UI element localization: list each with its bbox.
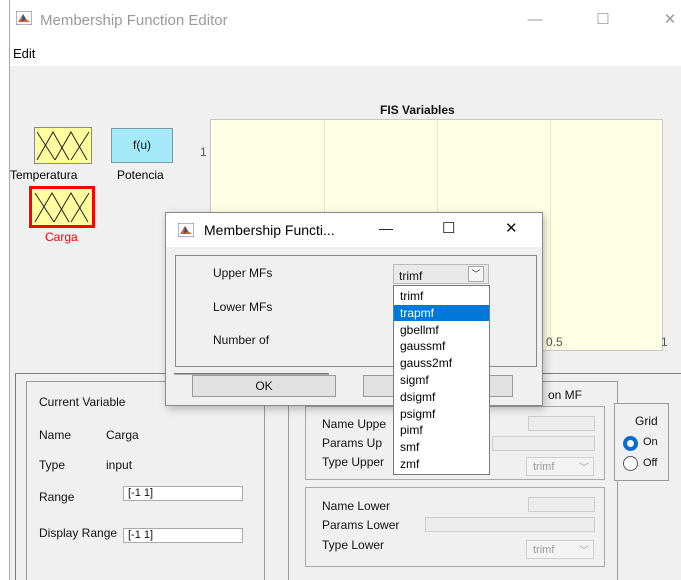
dialog-title-bar: Membership Functi... — ☐ ✕ — [166, 213, 542, 247]
matlab-logo-icon — [16, 11, 32, 25]
dropdown-option-pimf[interactable]: pimf — [394, 422, 489, 438]
mf-shape-icon — [34, 192, 90, 223]
lower-mf-group: Name Lower Params Lower Type Lower trimf… — [305, 487, 605, 567]
dropdown-option-smf[interactable]: smf — [394, 439, 489, 455]
current-variable-header: Current Variable — [39, 395, 126, 409]
name-upper-field[interactable] — [528, 416, 595, 431]
dropdown-option-trimf[interactable]: trimf — [394, 288, 489, 304]
dialog-maximize-button[interactable]: ☐ — [442, 219, 455, 237]
output-potencia-block[interactable]: f(u) — [111, 128, 173, 163]
menu-bar: Edit — [10, 40, 681, 66]
range-label: Range — [39, 490, 75, 504]
label-temperatura: Temperatura — [10, 168, 78, 182]
grid-off-label: Off — [643, 457, 658, 469]
display-range-label: Display Range — [39, 526, 118, 540]
current-mf-header: on MF — [548, 388, 583, 402]
name-value: Carga — [106, 428, 139, 442]
type-lower-select[interactable]: trimf ﹀ — [526, 540, 594, 559]
type-lower-label: Type Lower — [322, 538, 385, 552]
number-of-mfs-label: Number of — [213, 333, 270, 347]
plot-title: FIS Variables — [380, 103, 455, 117]
chevron-down-icon: ﹀ — [468, 266, 484, 282]
dropdown-option-psigmf[interactable]: psigmf — [394, 406, 489, 422]
x-tick-label: 1 — [661, 335, 668, 349]
upper-mfs-selected-value: trimf — [399, 269, 423, 283]
params-upper-label: Params Up — [322, 436, 383, 450]
grid-line — [550, 120, 551, 350]
grid-on-radio[interactable] — [623, 436, 638, 451]
name-lower-label: Name Lower — [322, 499, 391, 513]
type-lower-value: trimf — [533, 544, 555, 556]
params-lower-field[interactable] — [425, 517, 595, 532]
dialog-title: Membership Functi... — [204, 222, 335, 238]
dialog-close-button[interactable]: ✕ — [505, 219, 518, 237]
upper-mfs-label: Upper MFs — [213, 266, 273, 280]
maximize-button[interactable]: ☐ — [583, 6, 623, 34]
label-carga: Carga — [45, 230, 78, 244]
params-lower-label: Params Lower — [322, 518, 400, 532]
matlab-logo-icon — [178, 223, 194, 237]
minimize-button[interactable]: — — [515, 6, 555, 34]
name-lower-field[interactable] — [528, 497, 595, 512]
current-variable-panel: Current Variable Name Carga Type input R… — [26, 381, 265, 580]
ok-button[interactable]: OK — [192, 375, 336, 397]
dropdown-option-dsigmf[interactable]: dsigmf — [394, 389, 489, 405]
dropdown-option-zmf[interactable]: zmf — [394, 456, 489, 472]
type-upper-select[interactable]: trimf ﹀ — [526, 457, 594, 476]
y-tick-label: 1 — [200, 145, 207, 159]
dropdown-option-trapmf[interactable]: trapmf — [394, 304, 489, 321]
range-field[interactable]: [-1 1] — [123, 486, 243, 501]
dropdown-option-sigmf[interactable]: sigmf — [394, 372, 489, 388]
x-tick-label: 0.5 — [546, 335, 563, 349]
type-upper-value: trimf — [533, 461, 555, 473]
close-button[interactable]: ✕ — [650, 6, 681, 34]
grid-on-label: On — [643, 436, 658, 448]
name-label: Name — [39, 428, 72, 442]
grid-off-radio[interactable] — [623, 456, 638, 471]
lower-mfs-label: Lower MFs — [213, 300, 273, 314]
type-label: Type — [39, 458, 66, 472]
input-carga-block[interactable] — [29, 186, 95, 228]
dropdown-option-gbellmf[interactable]: gbellmf — [394, 322, 489, 338]
window-title: Membership Function Editor — [40, 12, 228, 29]
mf-shape-icon — [36, 130, 90, 161]
grid-label: Grid — [635, 414, 658, 428]
dropdown-option-gauss2mf[interactable]: gauss2mf — [394, 355, 489, 371]
dropdown-option-gaussmf[interactable]: gaussmf — [394, 338, 489, 354]
grid-panel: Grid On Off — [614, 403, 669, 481]
title-bar: Membership Function Editor — ☐ ✕ — [10, 0, 681, 40]
label-potencia: Potencia — [117, 168, 164, 182]
type-value: input — [106, 458, 133, 472]
type-upper-label: Type Upper — [322, 455, 385, 469]
params-upper-field[interactable] — [492, 436, 595, 451]
dialog-minimize-button[interactable]: — — [379, 220, 393, 236]
mf-type-dropdown-list: trimf trapmf gbellmf gaussmf gauss2mf sigmf ds… — [393, 285, 490, 475]
name-upper-label: Name Uppe — [322, 417, 387, 431]
display-range-field[interactable]: [-1 1] — [123, 528, 243, 543]
input-temperatura-block[interactable] — [34, 127, 92, 164]
function-icon: f(u) — [133, 138, 151, 152]
chevron-down-icon: ﹀ — [579, 546, 589, 557]
menu-edit[interactable]: Edit — [13, 46, 35, 61]
upper-mfs-select[interactable]: trimf ﹀ — [393, 264, 489, 284]
chevron-down-icon: ﹀ — [579, 463, 589, 474]
